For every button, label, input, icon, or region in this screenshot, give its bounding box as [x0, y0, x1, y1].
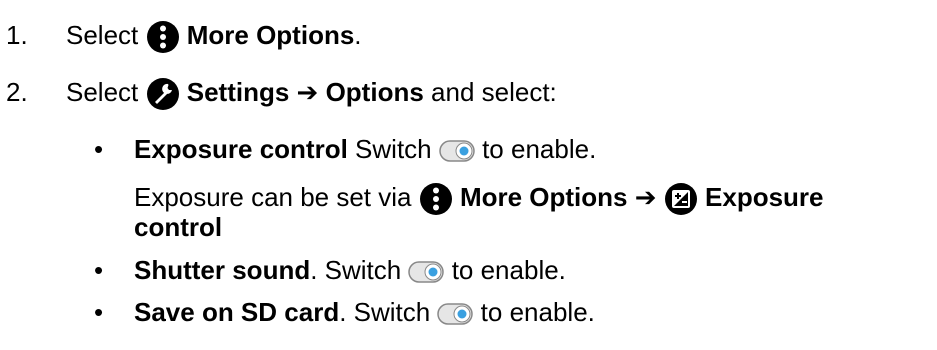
bullet-marker: • — [94, 134, 104, 164]
bullet-text: Switch — [347, 134, 439, 164]
more-options-label: More Options — [459, 182, 628, 212]
exposure-label: Exposure — [705, 182, 824, 212]
exposure-icon — [664, 182, 698, 216]
bullet-marker: • — [94, 297, 104, 327]
note-text: Exposure can be set via — [134, 182, 419, 212]
toggle-switch-icon — [437, 302, 474, 326]
arrow-icon: ➔ — [634, 182, 657, 212]
wrench-icon — [146, 77, 180, 111]
bullet-title: Shutter sound — [134, 255, 311, 285]
step-punct: . — [354, 20, 362, 50]
arrow-icon: ➔ — [296, 77, 319, 107]
more-options-icon — [146, 20, 180, 54]
bullet-action: to enable. — [444, 255, 566, 285]
more-options-label: More Options — [186, 20, 355, 50]
bullet-title: Exposure control — [134, 134, 348, 164]
exposure-label-cont: control — [134, 212, 223, 242]
bullet-title: Save on SD card — [134, 297, 340, 327]
settings-label: Settings — [186, 77, 290, 107]
bullet-action: to enable. — [473, 297, 595, 327]
bullet-marker: • — [94, 255, 104, 285]
step-text: Select — [66, 20, 139, 50]
bullet-action: to enable. — [474, 134, 597, 164]
toggle-switch-icon — [408, 260, 445, 284]
bullet-text: . Switch — [310, 255, 409, 285]
step-text-end: and select: — [423, 77, 557, 107]
step-number: 2. — [6, 77, 28, 107]
bullet-text: . Switch — [339, 297, 438, 327]
step-number: 1. — [6, 20, 28, 50]
step-text: Select — [66, 77, 139, 107]
toggle-switch-icon — [439, 139, 475, 163]
more-options-icon — [419, 182, 453, 216]
options-label: Options — [325, 77, 424, 107]
